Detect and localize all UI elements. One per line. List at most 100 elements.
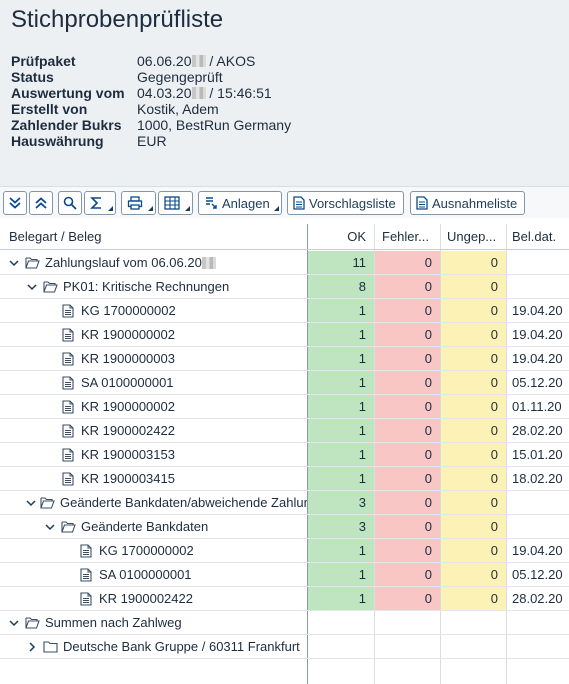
errors-cell <box>375 635 440 658</box>
info-label: Auswertung vom <box>11 85 125 101</box>
doc-date-cell: 19.04.20 <box>512 303 563 318</box>
tree-row-label: KG 1700000002 <box>99 543 194 558</box>
table-layout-icon <box>164 196 180 210</box>
tree-row[interactable]: Summen nach Zahlweg <box>0 611 569 635</box>
dropdown-arrow-icon <box>185 206 190 211</box>
column-header-unchecked[interactable]: Ungep... <box>441 224 506 250</box>
find-button[interactable] <box>58 191 82 215</box>
info-value-text: Kostik, Adem <box>137 101 219 117</box>
chevron-down-icon[interactable] <box>26 281 38 293</box>
tree-row[interactable]: KR 1900003153 1 0 0 15.01.20 <box>0 443 569 467</box>
tree-row-label: KR 1900002422 <box>99 591 193 606</box>
tree-cell: KR 1900003415 <box>0 467 307 490</box>
tree-cell: SA 0100000001 <box>0 371 307 394</box>
chevron-down-icon[interactable] <box>8 257 20 269</box>
tree-cell: Geänderte Bankdaten/abweichende Zahlungs… <box>0 491 307 514</box>
tree-row[interactable]: KR 1900000002 1 0 0 01.11.20 <box>0 395 569 419</box>
tree-row[interactable]: Deutsche Bank Gruppe / 60311 Frankfurt <box>0 635 569 659</box>
info-value-text: EUR <box>137 133 167 149</box>
unchecked-cell: 0 <box>441 419 506 442</box>
attachments-label: Anlagen <box>222 195 270 211</box>
info-row: Prüfpaket 06.06.20 / AKOS <box>11 53 291 69</box>
column-header-errors[interactable]: Fehler... <box>375 224 440 250</box>
document-icon <box>60 303 76 319</box>
tree-row[interactable]: KR 1900000002 1 0 0 19.04.20 <box>0 323 569 347</box>
tree-row-label: KR 1900000002 <box>81 327 175 342</box>
ok-cell: 1 <box>308 587 374 610</box>
tree-row-label: PK01: Kritische Rechnungen <box>63 279 230 294</box>
column-header-doc-date[interactable]: Bel.dat. <box>507 224 569 250</box>
tree-row[interactable]: Geänderte Bankdaten 3 0 0 <box>0 515 569 539</box>
chevron-right-icon[interactable] <box>26 641 38 653</box>
chevron-down-icon[interactable] <box>44 521 56 533</box>
unchecked-cell: 0 <box>441 539 506 562</box>
document-icon <box>60 399 76 415</box>
tree-row-label: Zahlungslauf vom 06.06.20 <box>45 255 202 270</box>
tree-row-label: KR 1900000003 <box>81 351 175 366</box>
tree-cell: Summen nach Zahlweg <box>0 611 307 634</box>
tree-row[interactable]: SA 0100000001 1 0 0 05.12.20 <box>0 563 569 587</box>
errors-cell: 0 <box>375 251 440 274</box>
errors-cell: 0 <box>375 395 440 418</box>
tree-row[interactable]: KR 1900002422 1 0 0 28.02.20 <box>0 587 569 611</box>
ok-cell: 1 <box>308 563 374 586</box>
document-icon <box>60 423 76 439</box>
doc-date-cell: 19.04.20 <box>512 351 563 366</box>
tree-row[interactable]: SA 0100000001 1 0 0 05.12.20 <box>0 371 569 395</box>
exception-list-button[interactable]: Ausnahmeliste <box>410 191 525 215</box>
tree-row-label: Geänderte Bankdaten/abweichende Zahlungs… <box>60 495 307 510</box>
collapse-all-button[interactable] <box>29 191 53 215</box>
layout-button[interactable] <box>158 191 193 215</box>
tree-cell: KG 1700000002 <box>0 299 307 322</box>
column-header-doc-type[interactable]: Belegart / Beleg <box>9 224 299 250</box>
ok-cell: 1 <box>308 467 374 490</box>
expand-all-button[interactable] <box>3 191 27 215</box>
tree-row[interactable]: KR 1900002422 1 0 0 28.02.20 <box>0 419 569 443</box>
info-value-suffix: / AKOS <box>205 53 256 69</box>
document-icon <box>60 327 76 343</box>
tree-row[interactable]: PK01: Kritische Rechnungen 8 0 0 <box>0 275 569 299</box>
errors-cell: 0 <box>375 275 440 298</box>
folder-open-icon <box>40 495 55 511</box>
folder-open-icon <box>24 615 40 631</box>
unchecked-cell: 0 <box>441 299 506 322</box>
attachments-button[interactable]: Anlagen <box>198 191 282 215</box>
doc-date-cell: 18.02.20 <box>512 471 563 486</box>
info-value: 04.03.20 / 15:46:51 <box>137 85 272 101</box>
tree-row[interactable]: KG 1700000002 1 0 0 19.04.20 <box>0 539 569 563</box>
search-icon <box>63 196 77 210</box>
proposal-list-button[interactable]: Vorschlagsliste <box>287 191 404 215</box>
tree-cell: KR 1900000002 <box>0 323 307 346</box>
column-header-ok[interactable]: OK <box>308 224 374 250</box>
print-button[interactable] <box>121 191 156 215</box>
sigma-icon <box>90 197 101 209</box>
tree-row-label: SA 0100000001 <box>81 375 174 390</box>
doc-date-cell: 05.12.20 <box>512 567 563 582</box>
ok-cell: 1 <box>308 299 374 322</box>
chevron-down-icon[interactable] <box>8 617 20 629</box>
tree-row[interactable]: KR 1900000003 1 0 0 19.04.20 <box>0 347 569 371</box>
errors-cell: 0 <box>375 443 440 466</box>
tree-row-label: Geänderte Bankdaten <box>81 519 209 534</box>
info-label: Erstellt von <box>11 101 88 117</box>
dropdown-arrow-icon <box>274 206 279 211</box>
tree-row[interactable]: KR 1900003415 1 0 0 18.02.20 <box>0 467 569 491</box>
doc-date-cell: 01.11.20 <box>512 399 562 414</box>
tree-row[interactable]: Geänderte Bankdaten/abweichende Zahlungs… <box>0 491 569 515</box>
chevron-double-down-icon <box>9 197 21 209</box>
folder-open-icon <box>42 279 58 295</box>
unchecked-cell: 0 <box>441 563 506 586</box>
chevron-down-icon[interactable] <box>26 497 36 509</box>
doc-date-cell: 28.02.20 <box>512 591 563 606</box>
tree-row-label: Deutsche Bank Gruppe / 60311 Frankfurt <box>63 639 300 654</box>
toolbar: Anlagen Vorschlagsliste Ausnahmeliste <box>0 186 569 218</box>
tree-row[interactable]: Zahlungslauf vom 06.06.20 11 0 0 <box>0 251 569 275</box>
ok-cell: 8 <box>308 275 374 298</box>
redacted-digits <box>191 55 206 67</box>
doc-date-cell: 19.04.20 <box>512 543 563 558</box>
attachment-icon <box>206 197 217 209</box>
errors-cell: 0 <box>375 347 440 370</box>
sum-button[interactable] <box>84 191 116 215</box>
ok-cell: 1 <box>308 419 374 442</box>
tree-row[interactable]: KG 1700000002 1 0 0 19.04.20 <box>0 299 569 323</box>
